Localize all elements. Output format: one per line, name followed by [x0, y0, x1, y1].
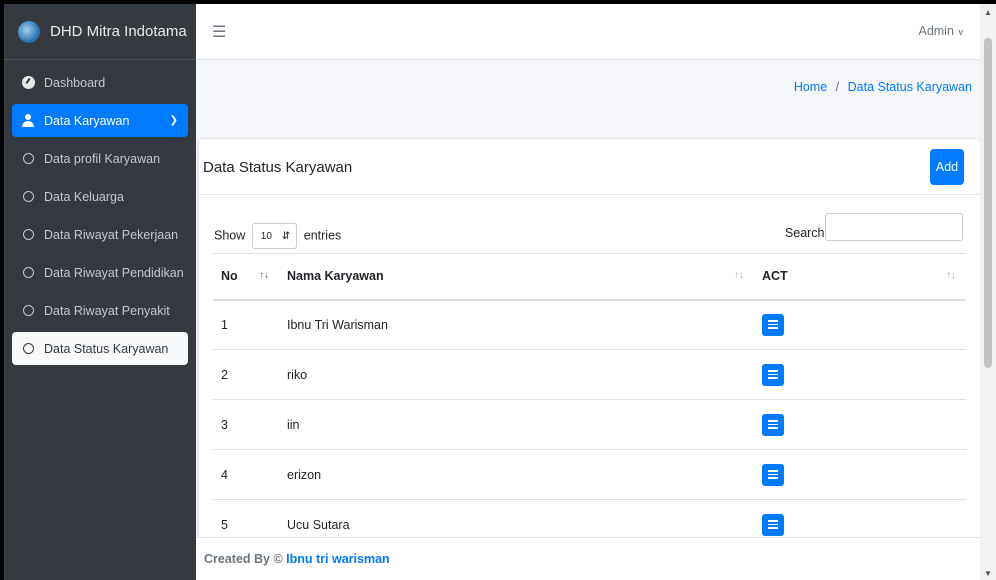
sidebar-nav: Dashboard Data Karyawan ❯ Data profil Ka… — [4, 60, 196, 365]
detail-list-button[interactable] — [762, 413, 784, 436]
circle-icon — [22, 153, 34, 164]
select-arrows-icon: ⇵ — [281, 230, 291, 242]
karyawan-table: No ↑↓ Nama Karyawan ↑↓ ACT ↑↓ 1 Ibnu Tri… — [213, 253, 966, 549]
list-icon — [768, 320, 778, 330]
breadcrumb-home-link[interactable]: Home — [794, 80, 827, 94]
table-row: 3 iin — [213, 399, 966, 450]
footer: Created By © Ibnu tri warisman — [196, 537, 980, 580]
column-header-nama-karyawan[interactable]: Nama Karyawan ↑↓ — [279, 253, 754, 301]
column-label: No — [221, 269, 238, 284]
circle-icon — [22, 229, 34, 240]
sidebar-item-label: Data Karyawan — [44, 113, 130, 128]
admin-label: Admin — [918, 24, 954, 38]
row-act — [754, 449, 966, 500]
show-label: Show — [214, 228, 246, 243]
entries-label: entries — [303, 228, 342, 243]
show-entries-control: Show 10 ⇵ entries — [214, 223, 341, 249]
circle-icon — [22, 343, 34, 354]
search-label: Search: — [784, 226, 828, 240]
table-row: 1 Ibnu Tri Warisman — [213, 299, 966, 350]
list-icon — [768, 370, 778, 379]
search-input[interactable] — [825, 213, 963, 241]
detail-list-button[interactable] — [762, 363, 784, 386]
row-no: 2 — [213, 349, 279, 400]
row-no: 4 — [213, 449, 279, 500]
detail-list-button[interactable] — [762, 463, 784, 486]
list-icon — [768, 520, 778, 530]
table-row: 2 riko — [213, 349, 966, 400]
circle-icon — [22, 191, 34, 202]
list-icon — [768, 420, 778, 429]
sidebar: DHD Mitra Indotama Dashboard Data Karyaw… — [4, 4, 196, 580]
table-row: 4 erizon — [213, 449, 966, 500]
chevron-down-icon: ∨ — [957, 27, 964, 37]
breadcrumb-current[interactable]: Data Status Karyawan — [848, 80, 972, 94]
sidebar-item-dashboard[interactable]: Dashboard — [12, 66, 188, 99]
sidebar-item-data-riwayat-pendidikan[interactable]: Data Riwayat Pendidikan — [12, 256, 188, 289]
column-header-no[interactable]: No ↑↓ — [213, 253, 279, 301]
sidebar-item-label: Data Riwayat Pekerjaan — [44, 227, 179, 242]
column-label: Nama Karyawan — [287, 269, 384, 284]
table-header-row: No ↑↓ Nama Karyawan ↑↓ ACT ↑↓ — [213, 253, 966, 301]
brand[interactable]: DHD Mitra Indotama — [4, 4, 196, 60]
circle-icon — [22, 267, 34, 278]
sidebar-item-label: Data Riwayat Penyakit — [44, 303, 170, 318]
detail-list-button[interactable] — [762, 313, 784, 336]
column-header-act[interactable]: ACT ↑↓ — [754, 253, 966, 301]
page-scrollbar[interactable]: ▲ ▼ — [980, 4, 996, 580]
hamburger-menu-icon[interactable]: ☰ — [212, 22, 226, 42]
sidebar-item-data-riwayat-penyakit[interactable]: Data Riwayat Penyakit — [12, 294, 188, 327]
list-icon — [768, 470, 778, 479]
sidebar-item-data-keluarga[interactable]: Data Keluarga — [12, 180, 188, 213]
scroll-up-icon[interactable]: ▲ — [984, 8, 992, 17]
footer-author-link[interactable]: Ibnu tri warisman — [286, 552, 390, 566]
breadcrumb-separator: / — [835, 80, 840, 94]
status-karyawan-card: Data Status Karyawan Add Show 10 ⇵ entri… — [199, 139, 980, 549]
sidebar-item-label: Data profil Karyawan — [44, 151, 161, 166]
add-button[interactable]: Add — [930, 149, 964, 185]
admin-user-menu[interactable]: Admin ∨ — [918, 24, 964, 38]
sidebar-item-label: Data Keluarga — [44, 189, 124, 204]
row-act — [754, 349, 966, 400]
sort-icon: ↑↓ — [946, 270, 956, 281]
row-act — [754, 299, 966, 350]
scroll-down-icon[interactable]: ▼ — [984, 569, 992, 578]
footer-prefix: Created By © — [204, 552, 283, 566]
chevron-down-icon: ❯ — [169, 115, 178, 126]
row-name: erizon — [279, 449, 754, 500]
sort-icon: ↑↓ — [734, 270, 744, 281]
card-title: Data Status Karyawan — [203, 159, 353, 176]
row-name: iin — [279, 399, 754, 450]
circle-icon — [22, 305, 34, 316]
brand-name: DHD Mitra Indotama — [50, 23, 187, 40]
row-no: 1 — [213, 299, 279, 350]
sidebar-item-label: Data Status Karyawan — [44, 341, 169, 356]
sort-asc-icon: ↑↓ — [259, 270, 269, 281]
sidebar-item-label: Data Riwayat Pendidikan — [44, 265, 184, 280]
entries-value: 10 — [260, 230, 272, 242]
user-icon — [22, 114, 34, 127]
column-label: ACT — [762, 269, 788, 284]
entries-select[interactable]: 10 ⇵ — [251, 223, 298, 249]
row-name: riko — [279, 349, 754, 400]
top-navbar: ☰ Admin ∨ — [196, 4, 980, 60]
row-act — [754, 399, 966, 450]
card-header: Data Status Karyawan Add — [199, 139, 980, 195]
detail-list-button[interactable] — [762, 513, 784, 536]
dashboard-icon — [21, 76, 35, 89]
sidebar-item-data-status-karyawan[interactable]: Data Status Karyawan — [12, 332, 188, 365]
row-no: 3 — [213, 399, 279, 450]
sidebar-item-data-karyawan[interactable]: Data Karyawan ❯ — [12, 104, 188, 137]
breadcrumb: Home / Data Status Karyawan — [794, 80, 972, 94]
brand-logo-icon — [18, 20, 40, 43]
sidebar-item-data-profil-karyawan[interactable]: Data profil Karyawan — [12, 142, 188, 175]
sidebar-item-data-riwayat-pekerjaan[interactable]: Data Riwayat Pekerjaan — [12, 218, 188, 251]
scrollbar-thumb[interactable] — [984, 38, 992, 368]
row-name: Ibnu Tri Warisman — [279, 299, 754, 350]
sidebar-item-label: Dashboard — [44, 75, 106, 90]
